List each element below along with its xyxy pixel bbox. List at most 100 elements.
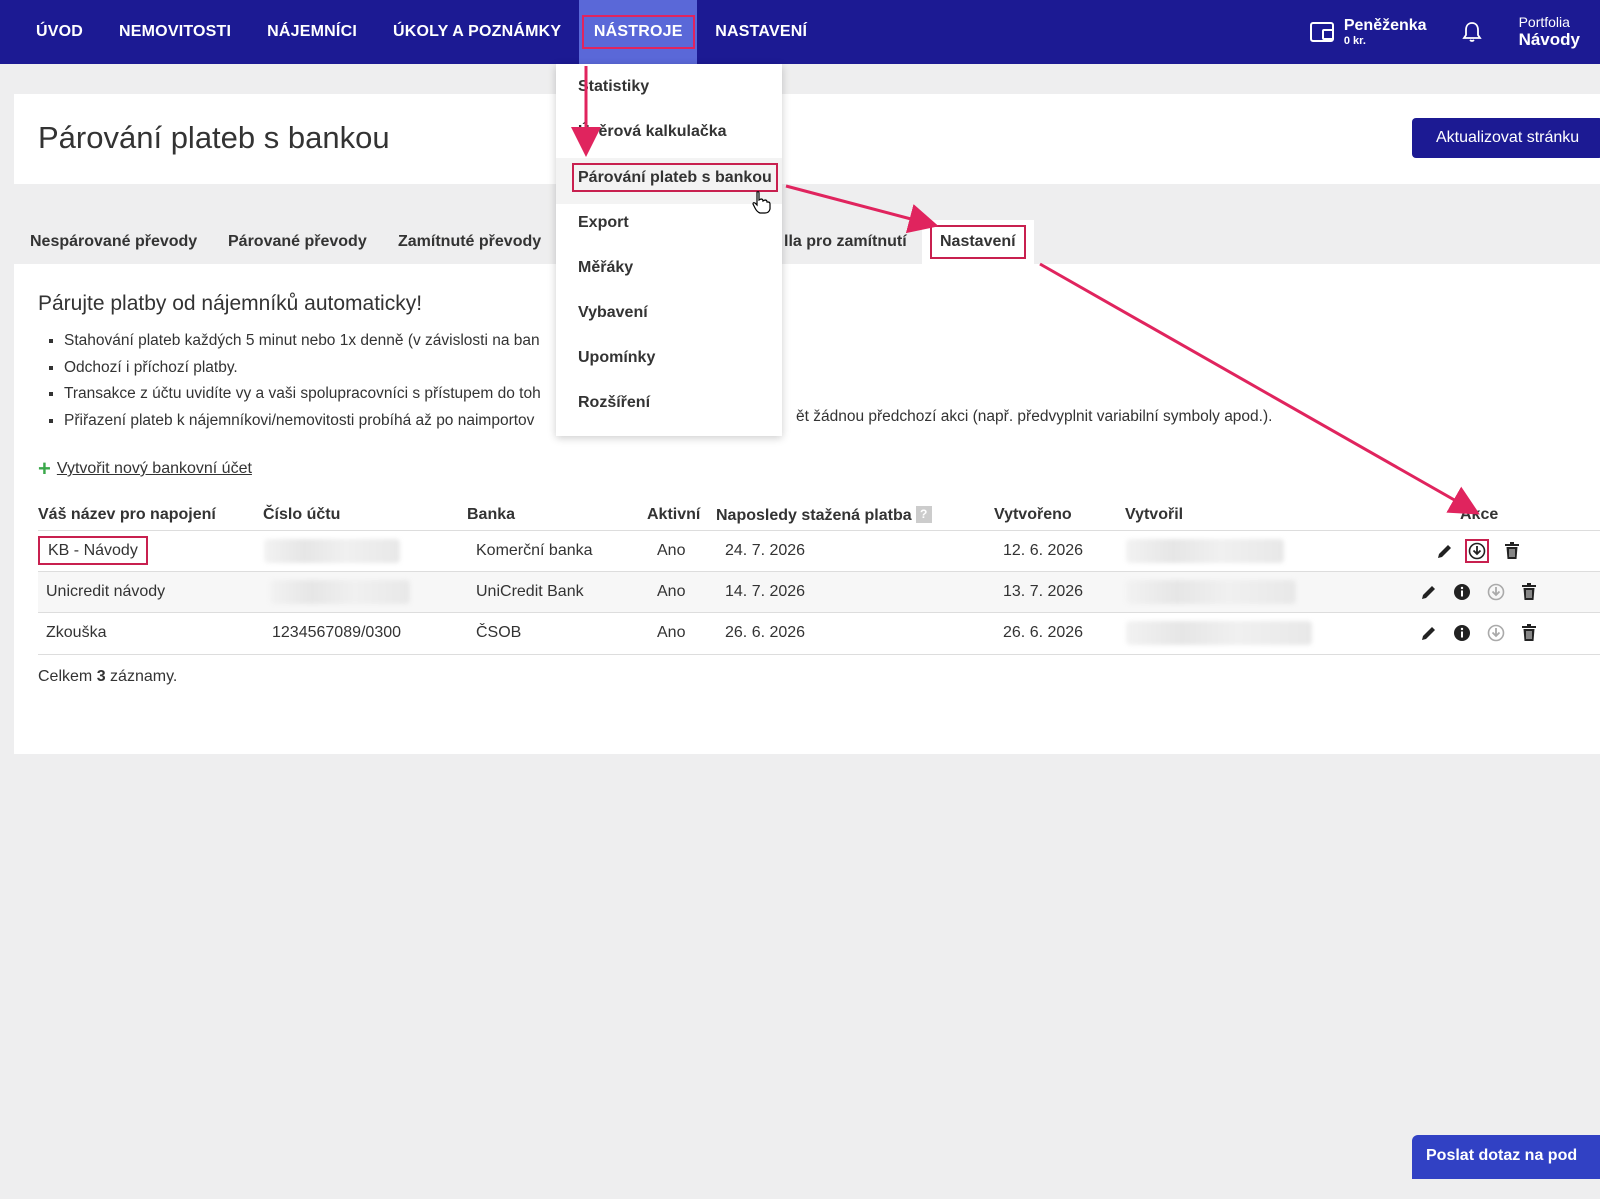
bell-icon[interactable] bbox=[1461, 21, 1483, 43]
cell-name: KB - Návody bbox=[38, 536, 148, 565]
feature-item: Stahování plateb každých 5 minut nebo 1x… bbox=[64, 328, 541, 355]
cell-created: 26. 6. 2026 bbox=[1003, 624, 1084, 641]
col-header-account: Číslo účtu bbox=[263, 506, 341, 523]
menu-item-parovani-plateb-label: Párování plateb s bankou bbox=[572, 163, 778, 192]
cell-last-payment: 14. 7. 2026 bbox=[725, 583, 806, 600]
nav-najemnici[interactable]: NÁJEMNÍCI bbox=[249, 0, 375, 64]
cell-bank: Komerční banka bbox=[476, 542, 593, 559]
col-header-creator: Vytvořil bbox=[1125, 506, 1184, 523]
table-row: Zkouška 1234567089/0300 ČSOB Ano 26. 6. … bbox=[38, 612, 1600, 654]
top-navigation: ÚVOD NEMOVITOSTI NÁJEMNÍCI ÚKOLY A POZNÁ… bbox=[0, 0, 1600, 64]
feature-item: Přiřazení plateb k nájemníkovi/nemovitos… bbox=[64, 408, 541, 435]
edit-icon[interactable] bbox=[1434, 540, 1456, 562]
refresh-page-button[interactable]: Aktualizovat stránku bbox=[1412, 118, 1600, 158]
col-header-actions: Akce bbox=[1460, 506, 1499, 523]
menu-item-uverova-kalkulacka[interactable]: Úvěrová kalkulačka bbox=[578, 123, 727, 141]
record-count: Celkem 3 záznamy. bbox=[38, 668, 177, 686]
record-count-value: 3 bbox=[96, 668, 106, 685]
cell-name: Unicredit návody bbox=[46, 583, 166, 600]
cell-last-payment: 24. 7. 2026 bbox=[725, 542, 806, 559]
portfolio-label: Portfolia bbox=[1518, 14, 1570, 30]
cell-creator-redacted bbox=[1126, 621, 1312, 645]
cell-active: Ano bbox=[657, 624, 686, 641]
tab-nastaveni[interactable]: Nastavení bbox=[922, 220, 1034, 264]
settings-panel: Párujte platby od nájemníků automaticky!… bbox=[14, 264, 1600, 754]
download-payments-icon[interactable] bbox=[1485, 622, 1507, 644]
page-title: Párování plateb s bankou bbox=[38, 120, 390, 155]
create-bank-account-link[interactable]: + Vytvořit nový bankovní účet bbox=[38, 456, 252, 481]
col-header-active: Aktivní bbox=[647, 506, 701, 523]
tab-parovane[interactable]: Párované převody bbox=[228, 220, 367, 264]
table-bottom-border bbox=[38, 654, 1600, 655]
menu-item-statistiky[interactable]: Statistiky bbox=[578, 78, 649, 96]
menu-item-export[interactable]: Export bbox=[578, 214, 629, 232]
record-count-suffix: záznamy. bbox=[110, 668, 178, 685]
nav-nastroje[interactable]: NÁSTROJE bbox=[579, 0, 698, 64]
col-header-last-payment-label: Naposledy stažená platba bbox=[716, 507, 912, 524]
wallet[interactable]: Peněženka 0 kr. bbox=[1309, 17, 1427, 47]
cell-name-text: KB - Návody bbox=[38, 536, 148, 565]
tab-zamitnute[interactable]: Zamítnuté převody bbox=[398, 220, 541, 264]
cell-account-redacted bbox=[270, 580, 410, 604]
nav-nemovitosti[interactable]: NEMOVITOSTI bbox=[101, 0, 249, 64]
annotation-arrow bbox=[785, 184, 939, 234]
trash-icon[interactable] bbox=[1518, 622, 1540, 644]
feature-list: Stahování plateb každých 5 minut nebo 1x… bbox=[64, 328, 541, 434]
download-payments-icon[interactable] bbox=[1465, 539, 1489, 563]
table-row: Unicredit návody UniCredit Bank Ano 14. … bbox=[38, 571, 1600, 613]
col-header-bank: Banka bbox=[467, 506, 516, 523]
cell-created: 12. 6. 2026 bbox=[1003, 542, 1084, 559]
menu-item-vybaveni[interactable]: Vybavení bbox=[578, 304, 648, 322]
help-icon[interactable]: ? bbox=[915, 506, 932, 523]
download-payments-icon[interactable] bbox=[1485, 581, 1507, 603]
menu-item-meraky[interactable]: Měřáky bbox=[578, 259, 633, 277]
cell-account: 1234567089/0300 bbox=[272, 624, 402, 641]
cell-active: Ano bbox=[657, 583, 686, 600]
info-icon[interactable] bbox=[1451, 581, 1473, 603]
feature-item-tail: ět žádnou předchozí akci (např. předvypl… bbox=[796, 408, 1273, 425]
cell-creator-redacted bbox=[1126, 539, 1284, 563]
record-count-prefix: Celkem bbox=[38, 668, 93, 685]
tab-nesparovane[interactable]: Nespárované převody bbox=[30, 220, 197, 264]
nav-nastaveni[interactable]: NASTAVENÍ bbox=[697, 0, 825, 64]
trash-icon[interactable] bbox=[1518, 581, 1540, 603]
edit-icon[interactable] bbox=[1418, 622, 1440, 644]
tools-dropdown-menu: Statistiky Úvěrová kalkulačka Párování p… bbox=[556, 64, 782, 436]
plus-icon: + bbox=[38, 456, 51, 481]
cell-active: Ano bbox=[657, 542, 686, 559]
nav-ukoly[interactable]: ÚKOLY A POZNÁMKY bbox=[375, 0, 579, 64]
cell-creator-redacted bbox=[1126, 580, 1296, 604]
wallet-amount: 0 kr. bbox=[1343, 35, 1366, 47]
info-icon[interactable] bbox=[1451, 622, 1473, 644]
col-header-last-payment: Naposledy stažená platba? bbox=[716, 506, 932, 525]
nav-uvod[interactable]: ÚVOD bbox=[0, 0, 101, 64]
cell-name: Zkouška bbox=[46, 624, 107, 641]
col-header-created: Vytvořeno bbox=[994, 506, 1072, 523]
header-card: Párování plateb s bankou Aktualizovat st… bbox=[14, 94, 1600, 184]
cell-bank: UniCredit Bank bbox=[476, 583, 584, 600]
cell-account-redacted bbox=[264, 539, 400, 563]
intro-title: Párujte platby od nájemníků automaticky! bbox=[38, 292, 423, 315]
cell-created: 13. 7. 2026 bbox=[1003, 583, 1084, 600]
trash-icon[interactable] bbox=[1501, 540, 1523, 562]
menu-item-upominky[interactable]: Upomínky bbox=[578, 349, 655, 367]
table-row: KB - Návody Komerční banka Ano 24. 7. 20… bbox=[38, 530, 1600, 572]
cell-bank: ČSOB bbox=[476, 624, 522, 641]
menu-item-parovani-plateb[interactable]: Párování plateb s bankou bbox=[572, 163, 778, 192]
wallet-icon bbox=[1309, 22, 1334, 42]
feature-item: Transakce z účtu uvidíte vy a vaši spolu… bbox=[64, 381, 541, 408]
tab-nastaveni-label: Nastavení bbox=[930, 225, 1026, 259]
support-question-button[interactable]: Poslat dotaz na pod bbox=[1412, 1135, 1600, 1179]
tab-pravidla-zamitnuti[interactable]: lla pro zamítnutí bbox=[784, 220, 907, 264]
edit-icon[interactable] bbox=[1418, 581, 1440, 603]
wallet-text: Peněženka 0 kr. bbox=[1344, 17, 1427, 47]
cell-last-payment: 26. 6. 2026 bbox=[725, 624, 806, 641]
wallet-label: Peněženka bbox=[1343, 17, 1427, 34]
menu-item-rozsireni[interactable]: Rozšíření bbox=[578, 394, 650, 412]
portfolio-switcher[interactable]: Portfolia Návody bbox=[1519, 14, 1580, 50]
nav-nastroje-label: NÁSTROJE bbox=[581, 15, 695, 49]
create-bank-account-label: Vytvořit nový bankovní účet bbox=[56, 460, 252, 477]
col-header-name: Váš název pro napojení bbox=[38, 506, 216, 523]
portfolio-name: Návody bbox=[1518, 30, 1580, 49]
feature-item: Odchozí i příchozí platby. bbox=[64, 355, 541, 382]
